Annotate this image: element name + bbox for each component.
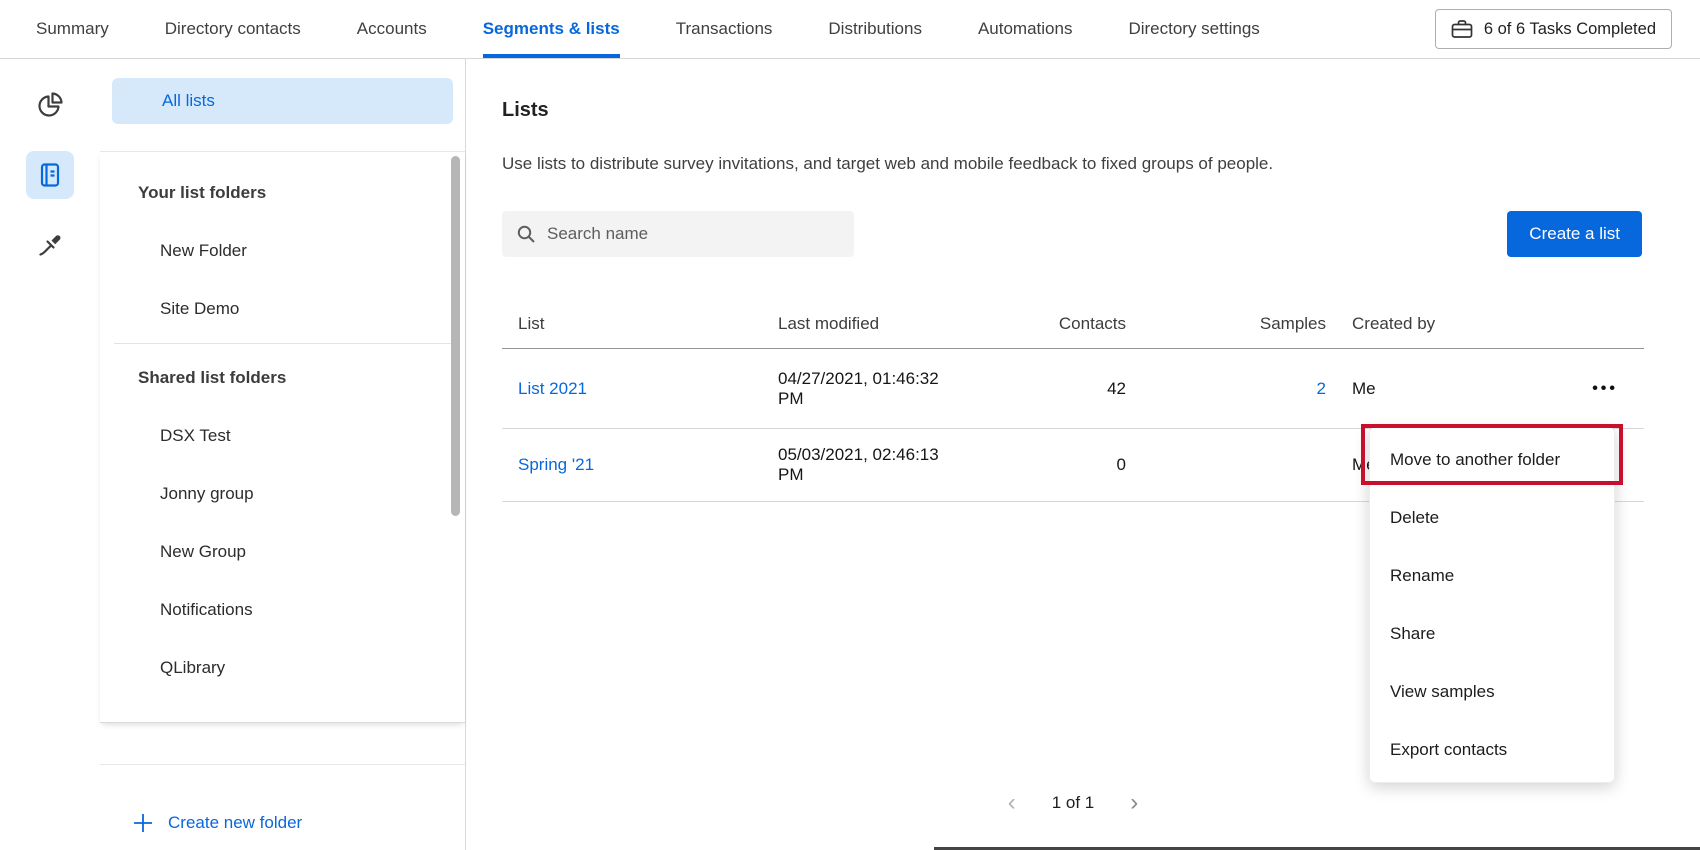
- rail-item-lists[interactable]: [26, 151, 74, 199]
- menu-item-view-samples[interactable]: View samples: [1370, 663, 1614, 721]
- table-header-row: List Last modified Contacts Samples Crea…: [502, 299, 1644, 349]
- folder-item-jonny-group[interactable]: Jonny group: [100, 465, 465, 523]
- menu-item-export-contacts[interactable]: Export contacts: [1370, 721, 1614, 779]
- tab-accounts[interactable]: Accounts: [357, 0, 427, 58]
- menu-item-delete[interactable]: Delete: [1370, 489, 1614, 547]
- tab-segments-and-lists[interactable]: Segments & lists: [483, 0, 620, 58]
- header-samples: Samples: [1126, 314, 1326, 334]
- contacts-cell: 42: [962, 379, 1126, 399]
- header-last-modified: Last modified: [762, 314, 962, 334]
- header-contacts: Contacts: [962, 314, 1126, 334]
- icon-rail: [0, 59, 100, 850]
- menu-item-rename[interactable]: Rename: [1370, 547, 1614, 605]
- folder-item-new-folder[interactable]: New Folder: [100, 222, 465, 280]
- header-list: List: [502, 314, 762, 334]
- create-new-folder-button[interactable]: Create new folder: [132, 808, 302, 838]
- tab-directory-contacts[interactable]: Directory contacts: [165, 0, 301, 58]
- folder-section-header-shared: Shared list folders: [100, 349, 465, 407]
- context-menu: Move to another folder Delete Rename Sha…: [1369, 427, 1615, 783]
- last-modified-cell: 05/03/2021, 02:46:13 PM: [762, 445, 962, 485]
- list-link[interactable]: List 2021: [518, 379, 587, 398]
- row-menu-button[interactable]: •••: [1560, 380, 1644, 398]
- sidebar-item-all-lists[interactable]: All lists: [112, 78, 453, 124]
- sidebar-scrollbar[interactable]: [451, 156, 460, 516]
- folder-item-dsx-test[interactable]: DSX Test: [100, 407, 465, 465]
- folder-sections-divider: [114, 343, 451, 344]
- folder-list-panel: Your list folders New Folder Site Demo S…: [100, 151, 465, 723]
- folder-item-notifications[interactable]: Notifications: [100, 581, 465, 639]
- menu-item-share[interactable]: Share: [1370, 605, 1614, 663]
- eyedropper-icon: [36, 231, 64, 259]
- briefcase-icon: [1451, 19, 1473, 39]
- page-description: Use lists to distribute survey invitatio…: [502, 154, 1273, 174]
- tasks-completed-label: 6 of 6 Tasks Completed: [1484, 20, 1656, 39]
- folders-sidebar: All lists Your list folders New Folder S…: [100, 59, 466, 850]
- search-input[interactable]: [547, 224, 840, 244]
- create-new-folder-label: Create new folder: [168, 813, 302, 833]
- pie-chart-icon: [35, 90, 65, 120]
- folder-item-new-group[interactable]: New Group: [100, 523, 465, 581]
- search-box: [502, 211, 854, 257]
- header-created-by: Created by: [1326, 314, 1560, 334]
- pagination: ‹ 1 of 1 ›: [502, 789, 1644, 817]
- create-a-list-button[interactable]: Create a list: [1507, 211, 1642, 257]
- tasks-completed-button[interactable]: 6 of 6 Tasks Completed: [1435, 9, 1672, 49]
- all-lists-label: All lists: [162, 91, 215, 111]
- lists-icon: [35, 160, 65, 190]
- previous-page-button[interactable]: ‹: [1008, 791, 1016, 815]
- folder-item-qlibrary[interactable]: QLibrary: [100, 639, 465, 697]
- tab-directory-settings[interactable]: Directory settings: [1128, 0, 1259, 58]
- lists-main-panel: Lists Use lists to distribute survey inv…: [467, 59, 1700, 850]
- tab-distributions[interactable]: Distributions: [828, 0, 922, 58]
- list-link[interactable]: Spring '21: [518, 455, 594, 474]
- tab-automations[interactable]: Automations: [978, 0, 1073, 58]
- samples-link[interactable]: 2: [1317, 379, 1326, 398]
- tab-summary[interactable]: Summary: [36, 0, 109, 58]
- plus-icon: [132, 812, 154, 834]
- folder-section-header-your: Your list folders: [100, 164, 465, 222]
- rail-item-segments[interactable]: [26, 81, 74, 129]
- table-row: List 2021 04/27/2021, 01:46:32 PM 42 2 M…: [502, 349, 1644, 429]
- tab-transactions[interactable]: Transactions: [676, 0, 773, 58]
- next-page-button[interactable]: ›: [1130, 791, 1138, 815]
- page-indicator: 1 of 1: [1052, 793, 1095, 813]
- last-modified-cell: 04/27/2021, 01:46:32 PM: [762, 369, 962, 409]
- created-by-cell: Me: [1326, 379, 1560, 399]
- contacts-cell: 0: [962, 455, 1126, 475]
- sidebar-bottom-divider: [100, 764, 465, 765]
- menu-item-move-to-another-folder[interactable]: Move to another folder: [1370, 431, 1614, 489]
- rail-item-eyedropper[interactable]: [26, 221, 74, 269]
- folder-item-site-demo[interactable]: Site Demo: [100, 280, 465, 338]
- top-navigation: Summary Directory contacts Accounts Segm…: [0, 0, 1700, 59]
- nav-tabs: Summary Directory contacts Accounts Segm…: [36, 0, 1260, 58]
- page-title: Lists: [502, 99, 549, 122]
- search-icon: [516, 224, 536, 244]
